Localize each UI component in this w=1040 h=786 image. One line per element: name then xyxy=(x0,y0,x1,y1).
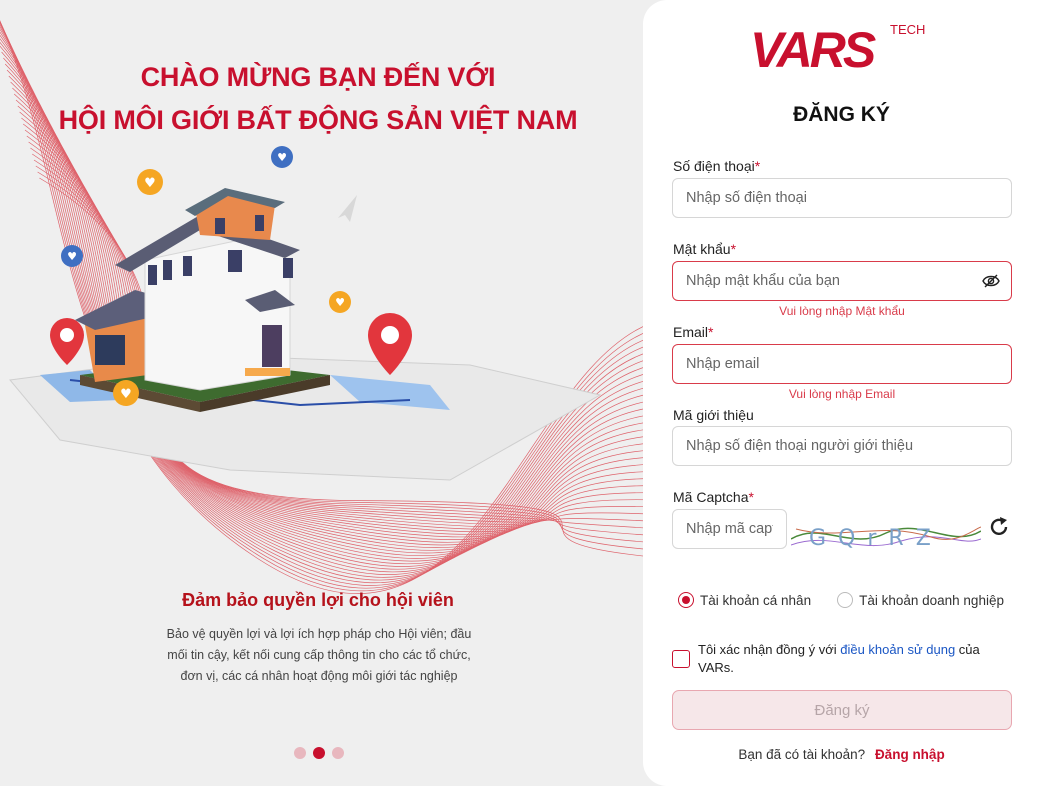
promo-title: Đảm bảo quyền lợi cho hội viên xyxy=(182,590,454,610)
password-label: Mật khẩu* xyxy=(673,241,737,257)
refresh-captcha-icon[interactable] xyxy=(988,516,1010,538)
account-type-personal-label: Tài khoản cá nhân xyxy=(700,592,812,608)
captcha-label: Mã Captcha* xyxy=(673,489,754,505)
radio-personal[interactable] xyxy=(678,592,694,608)
welcome-panel: CHÀO MỪNG BẠN ĐẾN VỚI HỘI MÔI GIỚI BẤT Đ… xyxy=(0,0,650,786)
login-prompt-row: Bạn đã có tài khoản? Đăng nhập xyxy=(643,747,1040,762)
email-error: Vui lòng nhập Email xyxy=(788,387,896,401)
svg-text:♥: ♥ xyxy=(67,250,77,263)
account-type-business[interactable]: Tài khoản doanh nghiệp xyxy=(837,592,1004,608)
svg-text:TECH: TECH xyxy=(890,22,925,37)
svg-text:♥: ♥ xyxy=(144,176,156,191)
terms-checkbox[interactable] xyxy=(672,650,690,668)
phone-input[interactable] xyxy=(672,178,1012,218)
register-button[interactable]: Đăng ký xyxy=(672,690,1012,730)
captcha-image: GQrRZ xyxy=(791,526,981,551)
login-link[interactable]: Đăng nhập xyxy=(875,747,945,762)
captcha-text: GQrRZ xyxy=(809,526,943,551)
svg-text:♥: ♥ xyxy=(120,387,132,402)
carousel-dots xyxy=(294,747,344,759)
account-type-group: Tài khoản cá nhân Tài khoản doanh nghiệp xyxy=(678,592,1004,608)
svg-text:♥: ♥ xyxy=(335,296,345,309)
register-panel: VARS TECH ĐĂNG KÝ Số điện thoại* Mật khẩ… xyxy=(643,0,1040,786)
referral-input[interactable] xyxy=(672,426,1012,466)
phone-label: Số điện thoại* xyxy=(673,158,761,174)
password-error: Vui lòng nhập Mật khẩu xyxy=(779,304,905,318)
toggle-password-visibility-icon[interactable] xyxy=(982,273,1000,289)
terms-link[interactable]: điều khoản sử dụng xyxy=(840,642,955,657)
radio-business[interactable] xyxy=(837,592,854,608)
account-type-business-label: Tài khoản doanh nghiệp xyxy=(859,592,1004,608)
login-prompt: Bạn đã có tài khoản? xyxy=(738,747,866,762)
welcome-line-1: CHÀO MỪNG BẠN ĐẾN VỚI xyxy=(140,62,496,92)
welcome-heading: CHÀO MỪNG BẠN ĐẾN VỚI HỘI MÔI GIỚI BẤT Đ… xyxy=(0,56,636,142)
form-title: ĐĂNG KÝ xyxy=(793,103,890,126)
carousel-dot-2[interactable] xyxy=(313,747,325,759)
svg-text:VARS: VARS xyxy=(750,22,876,72)
vars-logo: VARS TECH xyxy=(750,22,925,72)
svg-text:♥: ♥ xyxy=(277,151,287,164)
terms-text: Tôi xác nhận đồng ý với điều khoản sử dụ… xyxy=(698,642,980,675)
referral-label: Mã giới thiệu xyxy=(673,407,754,423)
email-label: Email* xyxy=(673,324,714,340)
carousel-dot-3[interactable] xyxy=(332,747,344,759)
account-type-personal[interactable]: Tài khoản cá nhân xyxy=(678,592,811,608)
email-input[interactable] xyxy=(672,344,1012,384)
password-input[interactable] xyxy=(672,261,1012,301)
captcha-input[interactable] xyxy=(672,509,787,549)
welcome-line-2: HỘI MÔI GIỚI BẤT ĐỘNG SẢN VIỆT NAM xyxy=(58,105,578,135)
house-map-illustration: ♥ ♥ ♥ ♥ ♥ xyxy=(9,146,602,481)
carousel-dot-1[interactable] xyxy=(294,747,306,759)
promo-text: Bảo vệ quyền lợi và lợi ích hợp pháp cho… xyxy=(166,627,472,683)
